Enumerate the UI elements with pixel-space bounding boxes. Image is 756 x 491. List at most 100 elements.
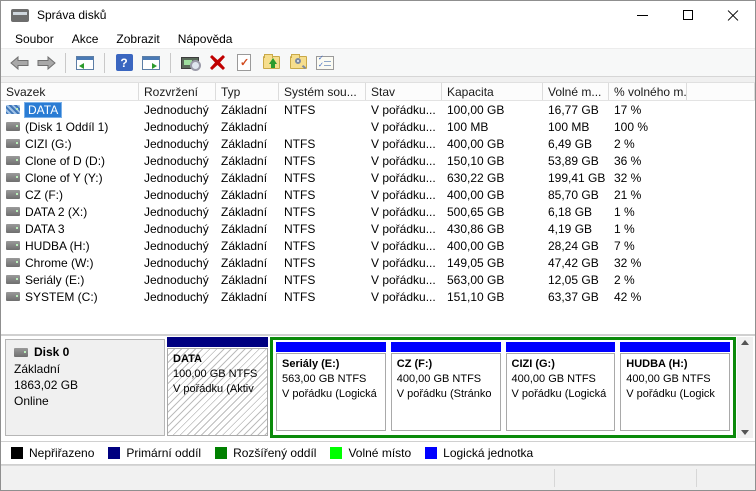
column-header-volne-misto[interactable]: Volné m...	[543, 83, 609, 100]
volume-name: HUDBA (H:)	[25, 239, 90, 253]
partition-size: 100,00 GB NTFS	[173, 367, 262, 382]
explore-folder-button[interactable]	[286, 52, 310, 74]
maximize-button[interactable]	[665, 1, 710, 29]
show-action-pane-button[interactable]	[139, 52, 163, 74]
row-capacity: 500,65 GB	[442, 203, 543, 220]
legend-item-rozsireny-oddil: Rozšířený oddíl	[215, 446, 316, 460]
properties-button[interactable]	[232, 52, 256, 74]
table-row[interactable]: CZ (F:) Jednoduchý Základní NTFS V pořád…	[1, 186, 755, 203]
row-pct: 1 %	[609, 220, 687, 237]
legend-item-primarni-oddil: Primární oddíl	[108, 446, 201, 460]
column-header-svazek[interactable]: Svazek	[1, 83, 139, 100]
legend-swatch-extended	[215, 447, 227, 459]
disk-graphical-view: Disk 0 Základní 1863,02 GB Online DATA 1…	[1, 334, 755, 441]
check-page-icon	[237, 54, 251, 71]
row-capacity: 400,00 GB	[442, 135, 543, 152]
disk-size: 1863,02 GB	[14, 377, 156, 393]
partition-hudba-h[interactable]: HUDBA (H:) 400,00 GB NTFS V pořádku (Log…	[620, 342, 730, 433]
partition-name: DATA	[173, 352, 262, 367]
legend-swatch-primary	[108, 447, 120, 459]
row-capacity: 150,10 GB	[442, 152, 543, 169]
table-row[interactable]: SYSTEM (C:) Jednoduchý Základní NTFS V p…	[1, 288, 755, 305]
table-row[interactable]: DATA Jednoduchý Základní NTFS V pořádku.…	[1, 101, 755, 118]
row-fs: NTFS	[279, 237, 366, 254]
menu-zobrazit[interactable]: Zobrazit	[107, 30, 168, 48]
row-type: Základní	[216, 203, 279, 220]
scroll-up-icon[interactable]	[741, 340, 749, 345]
row-free: 63,37 GB	[543, 288, 609, 305]
back-button[interactable]	[7, 52, 31, 74]
table-row[interactable]: Seriály (E:) Jednoduchý Základní NTFS V …	[1, 271, 755, 288]
row-fs: NTFS	[279, 203, 366, 220]
table-row[interactable]: DATA 3 Jednoduchý Základní NTFS V pořádk…	[1, 220, 755, 237]
row-pct: 36 %	[609, 152, 687, 169]
forward-button[interactable]	[34, 52, 58, 74]
delete-volume-button[interactable]	[205, 52, 229, 74]
table-row[interactable]: HUDBA (H:) Jednoduchý Základní NTFS V po…	[1, 237, 755, 254]
close-button[interactable]	[710, 1, 755, 29]
menu-akce[interactable]: Akce	[63, 30, 108, 48]
row-status: V pořádku...	[366, 237, 442, 254]
help-button[interactable]: ?	[112, 52, 136, 74]
scroll-down-icon[interactable]	[741, 430, 749, 435]
row-fs: NTFS	[279, 186, 366, 203]
volume-name: CIZI (G:)	[25, 137, 72, 151]
partition-name: HUDBA (H:)	[626, 357, 724, 372]
show-action-pane-icon	[142, 56, 160, 70]
table-row[interactable]: (Disk 1 Oddíl 1) Jednoduchý Základní V p…	[1, 118, 755, 135]
row-free: 4,19 GB	[543, 220, 609, 237]
volume-icon	[6, 258, 20, 267]
legend-label: Logická jednotka	[443, 446, 533, 460]
volume-icon	[6, 292, 20, 301]
row-layout: Jednoduchý	[139, 169, 216, 186]
view-options-button[interactable]	[313, 52, 337, 74]
menu-soubor[interactable]: Soubor	[6, 30, 63, 48]
table-row[interactable]: Chrome (W:) Jednoduchý Základní NTFS V p…	[1, 254, 755, 271]
legend-item-volne-misto: Volné místo	[330, 446, 411, 460]
table-row[interactable]: Clone of D (D:) Jednoduchý Základní NTFS…	[1, 152, 755, 169]
minimize-button[interactable]	[620, 1, 665, 29]
open-folder-button[interactable]	[259, 52, 283, 74]
vertical-scrollbar[interactable]	[737, 337, 753, 438]
volume-icon	[6, 156, 20, 165]
menu-napoveda[interactable]: Nápověda	[169, 30, 242, 48]
row-layout: Jednoduchý	[139, 237, 216, 254]
back-icon	[10, 56, 29, 70]
partition-serialy-e[interactable]: Seriály (E:) 563,00 GB NTFS V pořádku (L…	[276, 342, 386, 433]
table-row[interactable]: Clone of Y (Y:) Jednoduchý Základní NTFS…	[1, 169, 755, 186]
logical-drive-bar	[276, 342, 386, 352]
partition-status: V pořádku (Logick	[626, 387, 724, 402]
window-title: Správa disků	[37, 8, 106, 22]
table-row[interactable]: CIZI (G:) Jednoduchý Základní NTFS V poř…	[1, 135, 755, 152]
row-layout: Jednoduchý	[139, 135, 216, 152]
column-header-procento-volneho[interactable]: % volného m...	[609, 83, 687, 100]
refresh-view-button[interactable]	[178, 52, 202, 74]
partition-status: V pořádku (Aktiv	[173, 382, 262, 397]
volume-list: Svazek Rozvržení Typ Systém sou... Stav …	[1, 83, 755, 334]
legend-item-logicka-jednotka: Logická jednotka	[425, 446, 533, 460]
column-header-kapacita[interactable]: Kapacita	[442, 83, 543, 100]
row-status: V pořádku...	[366, 101, 442, 118]
partition-cizi-g[interactable]: CIZI (G:) 400,00 GB NTFS V pořádku (Logi…	[506, 342, 616, 433]
partition-status: V pořádku (Logická	[512, 387, 610, 402]
legend-bar: Nepřiřazeno Primární oddíl Rozšířený odd…	[1, 441, 755, 465]
disk0-info-panel[interactable]: Disk 0 Základní 1863,02 GB Online	[5, 339, 165, 436]
show-console-tree-button[interactable]	[73, 52, 97, 74]
column-header-typ[interactable]: Typ	[216, 83, 279, 100]
row-fs: NTFS	[279, 288, 366, 305]
partition-data[interactable]: DATA 100,00 GB NTFS V pořádku (Aktiv	[167, 337, 268, 438]
table-row[interactable]: DATA 2 (X:) Jednoduchý Základní NTFS V p…	[1, 203, 755, 220]
row-layout: Jednoduchý	[139, 203, 216, 220]
column-header-rozvrzeni[interactable]: Rozvržení	[139, 83, 216, 100]
legend-swatch-unallocated	[11, 447, 23, 459]
partition-cz-f[interactable]: CZ (F:) 400,00 GB NTFS V pořádku (Stránk…	[391, 342, 501, 433]
column-header-stav[interactable]: Stav	[366, 83, 442, 100]
row-free: 6,49 GB	[543, 135, 609, 152]
volume-name: Clone of D (D:)	[25, 154, 105, 168]
column-header-system-souboru[interactable]: Systém sou...	[279, 83, 366, 100]
legend-label: Rozšířený oddíl	[233, 446, 316, 460]
partition-size: 400,00 GB NTFS	[397, 372, 495, 387]
disk-name: Disk 0	[34, 345, 69, 359]
volume-icon	[6, 122, 20, 131]
row-fs: NTFS	[279, 169, 366, 186]
